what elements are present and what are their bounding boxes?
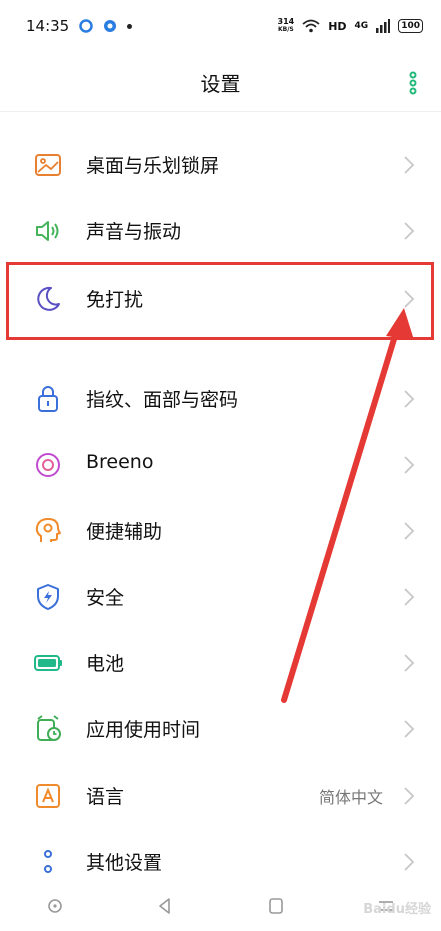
settings-item-sound[interactable]: 声音与振动: [0, 197, 441, 263]
more-notifications-dot: [127, 23, 133, 29]
chevron-right-icon: [404, 456, 415, 474]
item-label: 声音与振动: [86, 221, 182, 243]
wallpaper-icon: [35, 154, 61, 176]
settings-item-security[interactable]: 安全: [0, 563, 441, 629]
chevron-right-icon: [404, 522, 415, 540]
breeno-icon: [36, 453, 60, 477]
speed-value: 314: [277, 17, 295, 26]
signal-icon: [376, 19, 391, 33]
language-icon: [36, 784, 60, 808]
settings-item-fingerprint-face-password[interactable]: 指纹、面部与密码: [0, 365, 441, 431]
speaker-icon: [36, 221, 59, 241]
back-nav-icon[interactable]: [152, 893, 178, 919]
item-label: 应用使用时间: [86, 719, 201, 741]
speed-unit: KB/S: [277, 26, 294, 33]
chevron-right-icon: [404, 156, 415, 174]
app-notification-icon: [104, 20, 117, 32]
battery-icon: [34, 655, 62, 671]
settings-item-accessibility[interactable]: 便捷辅助: [0, 497, 441, 563]
status-time: 14:35: [26, 17, 70, 35]
watermark: Baidu经验: [363, 902, 431, 917]
settings-item-language[interactable]: 语言 简体中文: [0, 762, 441, 828]
network-speed: 314 KB/S: [278, 18, 295, 34]
item-label: 其他设置: [86, 852, 163, 874]
lock-icon: [38, 386, 58, 412]
status-left: 14:35: [26, 17, 133, 35]
settings-item-app-usage-time[interactable]: 应用使用时间: [0, 695, 441, 761]
language-value: 简体中文: [318, 788, 383, 807]
item-label: 指纹、面部与密码: [86, 389, 239, 411]
assist-icon: [35, 518, 61, 542]
assistant-nav-icon[interactable]: [42, 893, 68, 919]
page-title: 设置: [200, 72, 241, 96]
app-notification-icon: [79, 19, 93, 33]
item-label: Breeno: [86, 451, 154, 473]
chevron-right-icon: [404, 588, 415, 606]
highlight-box: [6, 262, 434, 340]
item-label: 电池: [86, 653, 125, 675]
battery-indicator: 100: [398, 19, 423, 33]
app-time-icon: [37, 715, 61, 741]
network-type: 4G: [354, 21, 369, 31]
chevron-right-icon: [404, 390, 415, 408]
shield-icon: [37, 584, 59, 610]
chevron-right-icon: [404, 787, 415, 805]
more-options-icon[interactable]: [403, 70, 423, 96]
chevron-right-icon: [404, 853, 415, 871]
settings-item-wallpaper[interactable]: 桌面与乐划锁屏: [0, 131, 441, 197]
wifi-icon: [302, 19, 320, 33]
home-nav-icon[interactable]: [263, 893, 289, 919]
hd-label: HD: [328, 19, 347, 33]
settings-item-breeno[interactable]: Breeno: [0, 431, 441, 497]
status-right: 314 KB/S HD 4G 100: [278, 18, 423, 34]
item-label: 桌面与乐划锁屏: [86, 155, 220, 177]
settings-item-battery[interactable]: 电池: [0, 629, 441, 695]
chevron-right-icon: [404, 720, 415, 738]
more-settings-icon: [44, 850, 52, 873]
item-label: 安全: [86, 587, 125, 609]
item-label: 语言: [86, 786, 125, 808]
chevron-right-icon: [404, 222, 415, 240]
item-label: 便捷辅助: [86, 521, 163, 543]
status-bar: 14:35 314 KB/S HD 4G 100: [0, 0, 441, 52]
chevron-right-icon: [404, 654, 415, 672]
page-header: 设置: [0, 52, 441, 112]
